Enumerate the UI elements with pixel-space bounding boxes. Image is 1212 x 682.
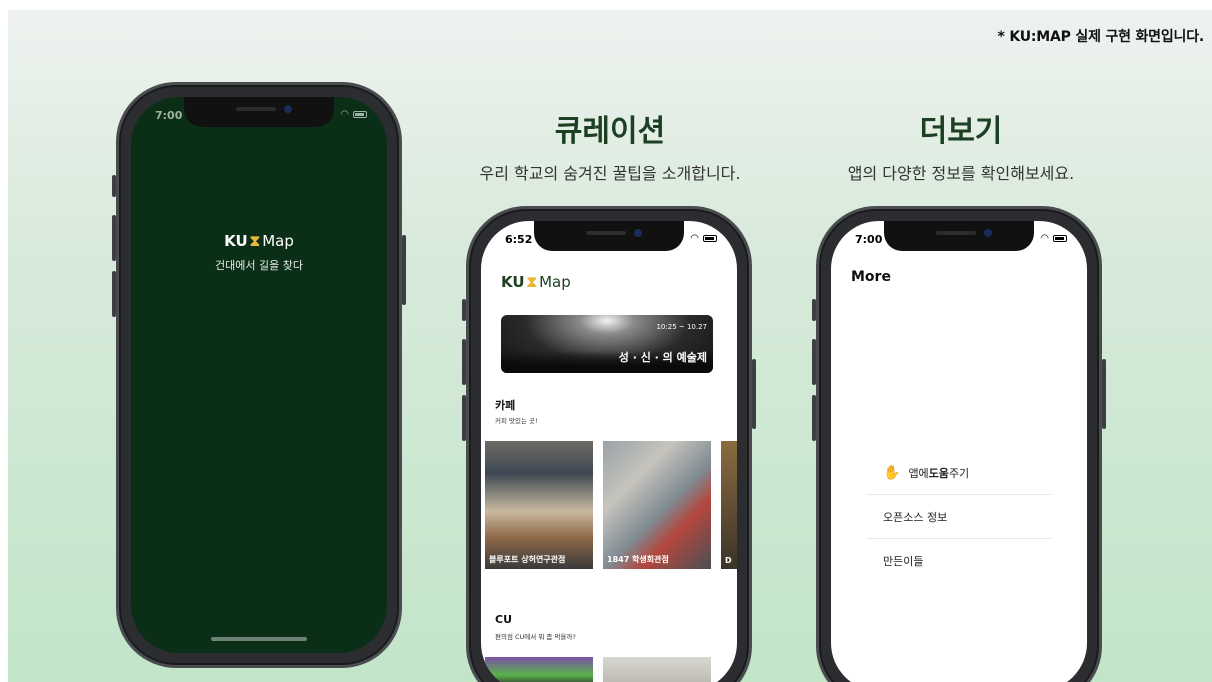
splash-tagline: 건대에서 길을 찾다 bbox=[215, 259, 303, 272]
category-subtitle-cu: 편의점 CU에서 뭐 좀 먹을까? bbox=[495, 633, 576, 641]
splash-logo: KU ⧗ Map bbox=[131, 232, 387, 250]
category-title-cu: CU bbox=[495, 613, 513, 626]
hourglass-icon: ⧗ bbox=[526, 273, 538, 291]
status-time: 7:00 bbox=[855, 233, 883, 246]
status-icons: ◠ bbox=[340, 109, 367, 120]
cafe-card-1847[interactable]: 1847 학생회관점 bbox=[603, 441, 711, 569]
card-label: D bbox=[725, 556, 732, 565]
logo-ku: KU bbox=[501, 273, 525, 291]
festival-banner[interactable]: 10:25 ~ 10.27 성 · 신 · 의 예술제 bbox=[501, 315, 713, 373]
curation-subtitle: 우리 학교의 숨겨진 꿀팁을 소개합니다. bbox=[479, 164, 741, 183]
helping-hand-icon: ✋ bbox=[883, 464, 901, 481]
menu-label-pre: 앱에 bbox=[908, 466, 929, 480]
curation-title: 큐레이션 bbox=[554, 114, 666, 149]
home-indicator bbox=[211, 637, 307, 641]
card-label: 블루포트 상허연구관점 bbox=[489, 555, 566, 564]
curation-screen: 6:52 ◠ KU ⧗ Map 10:25 ~ 10.27 성 · 신 · 의 예술… bbox=[481, 221, 737, 682]
notch bbox=[884, 221, 1034, 251]
notch bbox=[534, 221, 684, 251]
wifi-icon: ◠ bbox=[1040, 233, 1049, 244]
notch bbox=[184, 97, 334, 127]
wifi-icon: ◠ bbox=[340, 109, 349, 120]
more-section-subtitle: 앱의 다양한 정보를 확인해보세요. bbox=[847, 164, 1075, 183]
more-page-title: More bbox=[851, 269, 891, 285]
menu-item-help-app[interactable]: ✋ 앱에 도움 주기 bbox=[867, 451, 1051, 495]
phone-more: 7:00 ◠ More ✋ 앱에 도움 주기 오픈소스 정보 만든이들 bbox=[812, 206, 1106, 682]
splash-screen: 7:00 ◠ KU ⧗ Map 건대에서 길을 찾다 bbox=[131, 97, 387, 653]
phone-curation: 6:52 ◠ KU ⧗ Map 10:25 ~ 10.27 성 · 신 · 의 예술… bbox=[462, 206, 756, 682]
menu-label-post: 주기 bbox=[948, 466, 970, 480]
card-label: 1847 학생회관점 bbox=[607, 555, 669, 564]
menu-item-creators[interactable]: 만든이들 bbox=[867, 539, 1051, 583]
category-subtitle-cafe: 커피 맛있는 곳! bbox=[495, 417, 538, 425]
cu-card-1[interactable] bbox=[485, 657, 593, 682]
promo-canvas: * KU:MAP 실제 구현 화면입니다. 7:00 ◠ KU ⧗ Map 건대에서… bbox=[8, 10, 1212, 682]
footnote: * KU:MAP 실제 구현 화면입니다. bbox=[997, 29, 1205, 45]
status-icons: ◠ bbox=[690, 233, 717, 244]
status-time: 6:52 bbox=[505, 233, 533, 246]
hourglass-icon: ⧗ bbox=[249, 232, 261, 250]
more-section-title: 더보기 bbox=[919, 114, 1003, 149]
logo-map: Map bbox=[262, 232, 294, 250]
status-time: 7:00 bbox=[155, 109, 183, 122]
more-screen: 7:00 ◠ More ✋ 앱에 도움 주기 오픈소스 정보 만든이들 bbox=[831, 221, 1087, 682]
app-logo: KU ⧗ Map bbox=[501, 273, 571, 291]
battery-icon bbox=[353, 111, 367, 118]
banner-title: 성 · 신 · 의 예술제 bbox=[618, 351, 707, 364]
cafe-card-blueport[interactable]: 블루포트 상허연구관점 bbox=[485, 441, 593, 569]
wifi-icon: ◠ bbox=[690, 233, 699, 244]
logo-map: Map bbox=[539, 273, 571, 291]
more-menu-list: ✋ 앱에 도움 주기 오픈소스 정보 만든이들 bbox=[867, 451, 1051, 583]
banner-date: 10:25 ~ 10.27 bbox=[656, 323, 707, 331]
cu-card-2[interactable] bbox=[603, 657, 711, 682]
menu-item-open-source[interactable]: 오픈소스 정보 bbox=[867, 495, 1051, 539]
phone-splash: 7:00 ◠ KU ⧗ Map 건대에서 길을 찾다 bbox=[112, 82, 406, 668]
battery-icon bbox=[703, 235, 717, 242]
category-title-cafe: 카페 bbox=[495, 399, 516, 412]
menu-label-bold: 도움 bbox=[928, 466, 949, 480]
status-icons: ◠ bbox=[1040, 233, 1067, 244]
battery-icon bbox=[1053, 235, 1067, 242]
cafe-card-partial[interactable]: D bbox=[721, 441, 737, 569]
logo-ku: KU bbox=[224, 232, 248, 250]
